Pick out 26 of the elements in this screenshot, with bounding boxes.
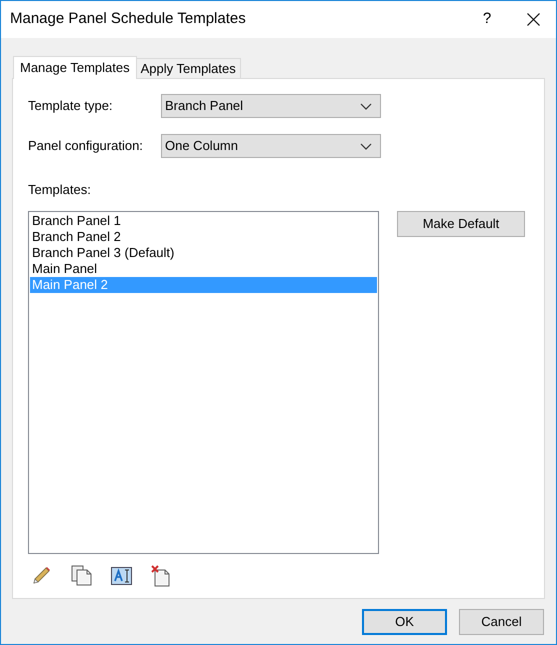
chevron-down-icon — [360, 142, 372, 150]
field-label: Panel configuration: — [28, 137, 144, 156]
window-title: Manage Panel Schedule Templates — [10, 9, 247, 30]
duplicate-button[interactable] — [70, 564, 92, 586]
list-item[interactable]: Branch Panel 1 — [30, 212, 377, 228]
templates-label: Templates: — [28, 181, 92, 199]
make-default-button[interactable]: Make Default — [397, 210, 525, 236]
tab[interactable]: Manage Templates — [13, 56, 137, 79]
tab[interactable]: Apply Templates — [136, 58, 241, 78]
list-item[interactable]: Branch Panel 2 — [30, 228, 377, 244]
dialog-button[interactable]: Cancel — [459, 609, 544, 635]
list-item[interactable]: Main Panel — [30, 260, 377, 276]
list-item[interactable]: Branch Panel 3 (Default) — [30, 244, 377, 260]
rename-button[interactable] — [110, 564, 132, 586]
copy-pages-icon — [70, 565, 92, 586]
dialog-button[interactable]: OK — [362, 609, 447, 635]
chevron-down-icon — [360, 102, 372, 110]
dropdown[interactable]: Branch Panel — [161, 94, 381, 118]
help-button[interactable]: ? — [464, 1, 510, 38]
dropdown[interactable]: One Column — [161, 134, 381, 158]
delete-page-icon — [151, 564, 171, 586]
field-label: Template type: — [28, 97, 114, 116]
text-field-icon — [110, 566, 132, 584]
pencil-icon — [31, 566, 51, 586]
close-icon — [526, 13, 540, 26]
delete-button[interactable] — [150, 564, 172, 586]
